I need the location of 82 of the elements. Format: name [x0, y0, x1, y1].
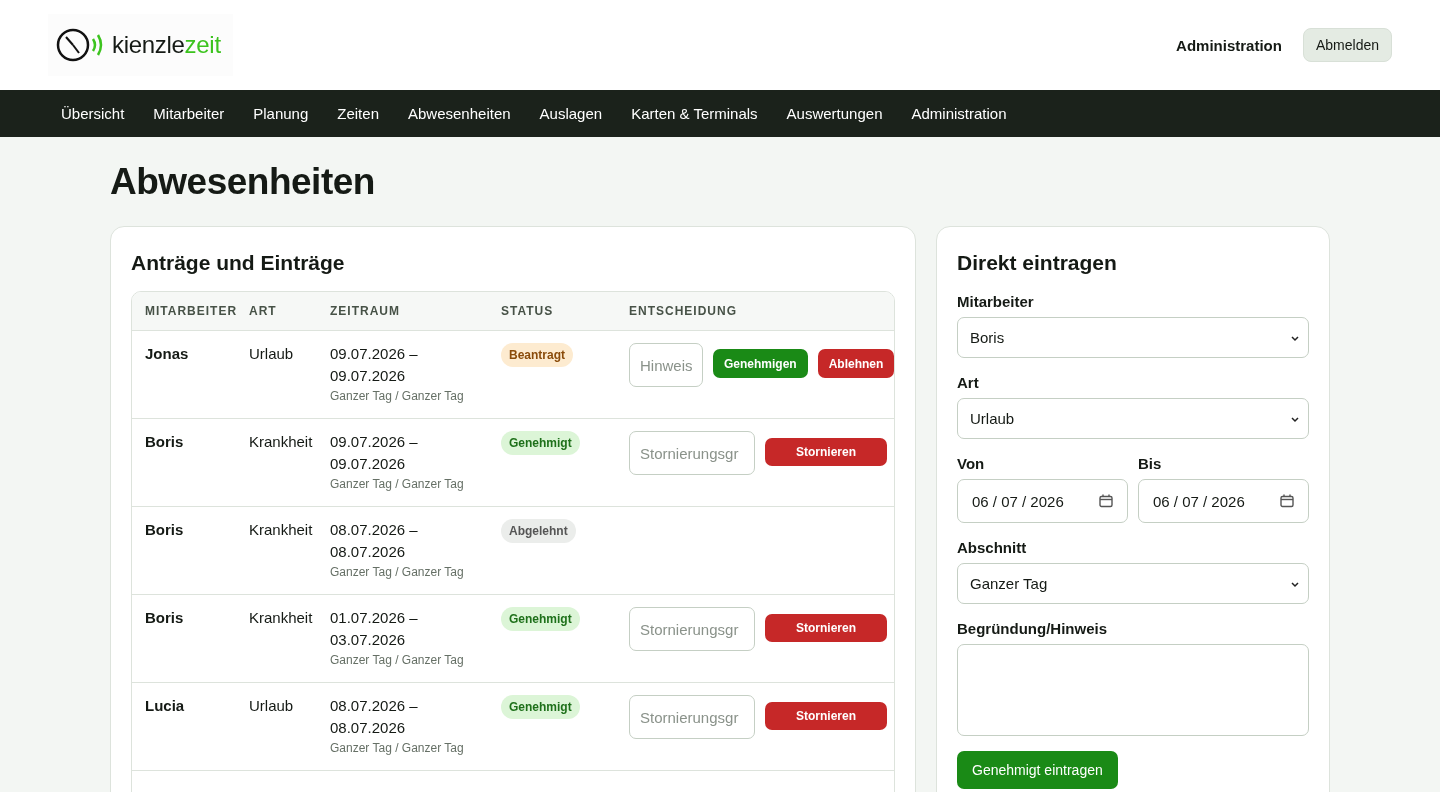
select-value: Ganzer Tag: [970, 575, 1048, 592]
status-badge: Genehmigt: [501, 695, 580, 719]
date-to: 03.07.2026: [330, 630, 407, 650]
date-to: 09.07.2026: [330, 454, 407, 474]
field-label: Abschnitt: [957, 539, 1028, 556]
note-field[interactable]: Hinweis: [629, 343, 703, 387]
field-label: Bis: [1138, 455, 1163, 472]
reason-field[interactable]: Stornierungsgr: [629, 695, 755, 739]
absence-type: Urlaub: [249, 696, 295, 716]
date-from: 01.07.2026 –: [330, 608, 419, 628]
cancel-button[interactable]: Stornieren: [765, 614, 887, 642]
nav-link[interactable]: Karten & Terminals: [631, 105, 758, 122]
select-field[interactable]: Ganzer Tag: [957, 563, 1309, 604]
reason-field[interactable]: Stornierungsgr: [629, 607, 755, 651]
status-badge: Genehmigt: [501, 431, 580, 455]
absence-type: Urlaub: [249, 344, 295, 364]
calendar-icon: [1280, 494, 1294, 508]
chevron-down-icon: [1290, 333, 1300, 342]
select-value: Urlaub: [970, 410, 1015, 427]
section-title: Anträge und Einträge: [131, 251, 346, 275]
logo-text: kienzlezeit: [112, 31, 221, 59]
status-badge: Beantragt: [501, 343, 573, 367]
approve-button[interactable]: Genehmigen: [713, 349, 808, 378]
column-header: ART: [249, 304, 278, 318]
field-label: Begründung/Hinweis: [957, 620, 1108, 637]
date-from: 09.07.2026 –: [330, 432, 419, 452]
employee-name: Jonas: [145, 344, 190, 364]
page-title: Abwesenheiten: [110, 161, 376, 204]
column-header: MITARBEITER: [145, 304, 239, 318]
cancel-button[interactable]: Stornieren: [765, 438, 887, 466]
nav-link[interactable]: Auswertungen: [786, 105, 883, 122]
chevron-down-icon: [1290, 579, 1300, 588]
column-header: ZEITRAUM: [330, 304, 401, 318]
date-from: 08.07.2026 –: [330, 696, 419, 716]
status-badge: Genehmigt: [501, 607, 580, 631]
field-label: Von: [957, 455, 986, 472]
chevron-down-icon: [1290, 414, 1300, 423]
submit-button[interactable]: Genehmigt eintragen: [957, 751, 1118, 789]
nav-link[interactable]: Mitarbeiter: [153, 105, 225, 122]
admin-link[interactable]: Administration: [1176, 36, 1282, 54]
day-section: Ganzer Tag / Ganzer Tag: [330, 389, 501, 403]
field-label: Mitarbeiter: [957, 293, 1035, 310]
date-value: 06 / 07 / 2026: [1153, 492, 1245, 510]
section-title: Direkt eintragen: [957, 251, 1118, 275]
day-section: Ganzer Tag / Ganzer Tag: [330, 653, 501, 667]
employee-name: Boris: [145, 608, 185, 628]
absence-type: Krankheit: [249, 608, 314, 628]
absence-type: Krankheit: [249, 432, 314, 452]
absence-type: Krankheit: [249, 520, 314, 540]
column-header: STATUS: [501, 304, 555, 318]
calendar-icon: [1099, 494, 1113, 508]
nav-link[interactable]: Zeiten: [337, 105, 379, 122]
status-badge: Abgelehnt: [501, 519, 576, 543]
reason-field[interactable]: Stornierungsgr: [629, 431, 755, 475]
date-to: 08.07.2026: [330, 542, 407, 562]
text-area[interactable]: [957, 644, 1309, 736]
day-section: Ganzer Tag / Ganzer Tag: [330, 741, 501, 755]
reject-button[interactable]: Ablehnen: [817, 349, 894, 378]
nav-link[interactable]: Auslagen: [539, 105, 603, 122]
nav-link[interactable]: Abwesenheiten: [408, 105, 511, 122]
logout-button[interactable]: Abmelden: [1302, 28, 1392, 62]
employee-name: Boris: [145, 520, 185, 540]
cancel-button[interactable]: Stornieren: [765, 702, 887, 730]
nav-link[interactable]: Übersicht: [61, 105, 125, 122]
date-field[interactable]: 06 / 07 / 2026: [957, 479, 1128, 523]
employee-name: Boris: [145, 432, 185, 452]
date-value: 06 / 07 / 2026: [972, 492, 1064, 510]
day-section: Ganzer Tag / Ganzer Tag: [330, 477, 501, 491]
field-label: Art: [957, 374, 980, 391]
date-from: 08.07.2026 –: [330, 520, 419, 540]
date-to: 09.07.2026: [330, 366, 407, 386]
select-field[interactable]: Boris: [957, 317, 1309, 358]
date-to: 08.07.2026: [330, 718, 407, 738]
employee-name: Lucia: [145, 696, 186, 716]
date-from: 09.07.2026 –: [330, 344, 419, 364]
nav-link[interactable]: Planung: [253, 105, 309, 122]
select-value: Boris: [970, 329, 1005, 346]
column-header: ENTSCHEIDUNG: [629, 304, 738, 318]
select-field[interactable]: Urlaub: [957, 398, 1309, 439]
date-field[interactable]: 06 / 07 / 2026: [1138, 479, 1309, 523]
nav-link[interactable]: Administration: [911, 105, 1007, 122]
day-section: Ganzer Tag / Ganzer Tag: [330, 565, 501, 579]
